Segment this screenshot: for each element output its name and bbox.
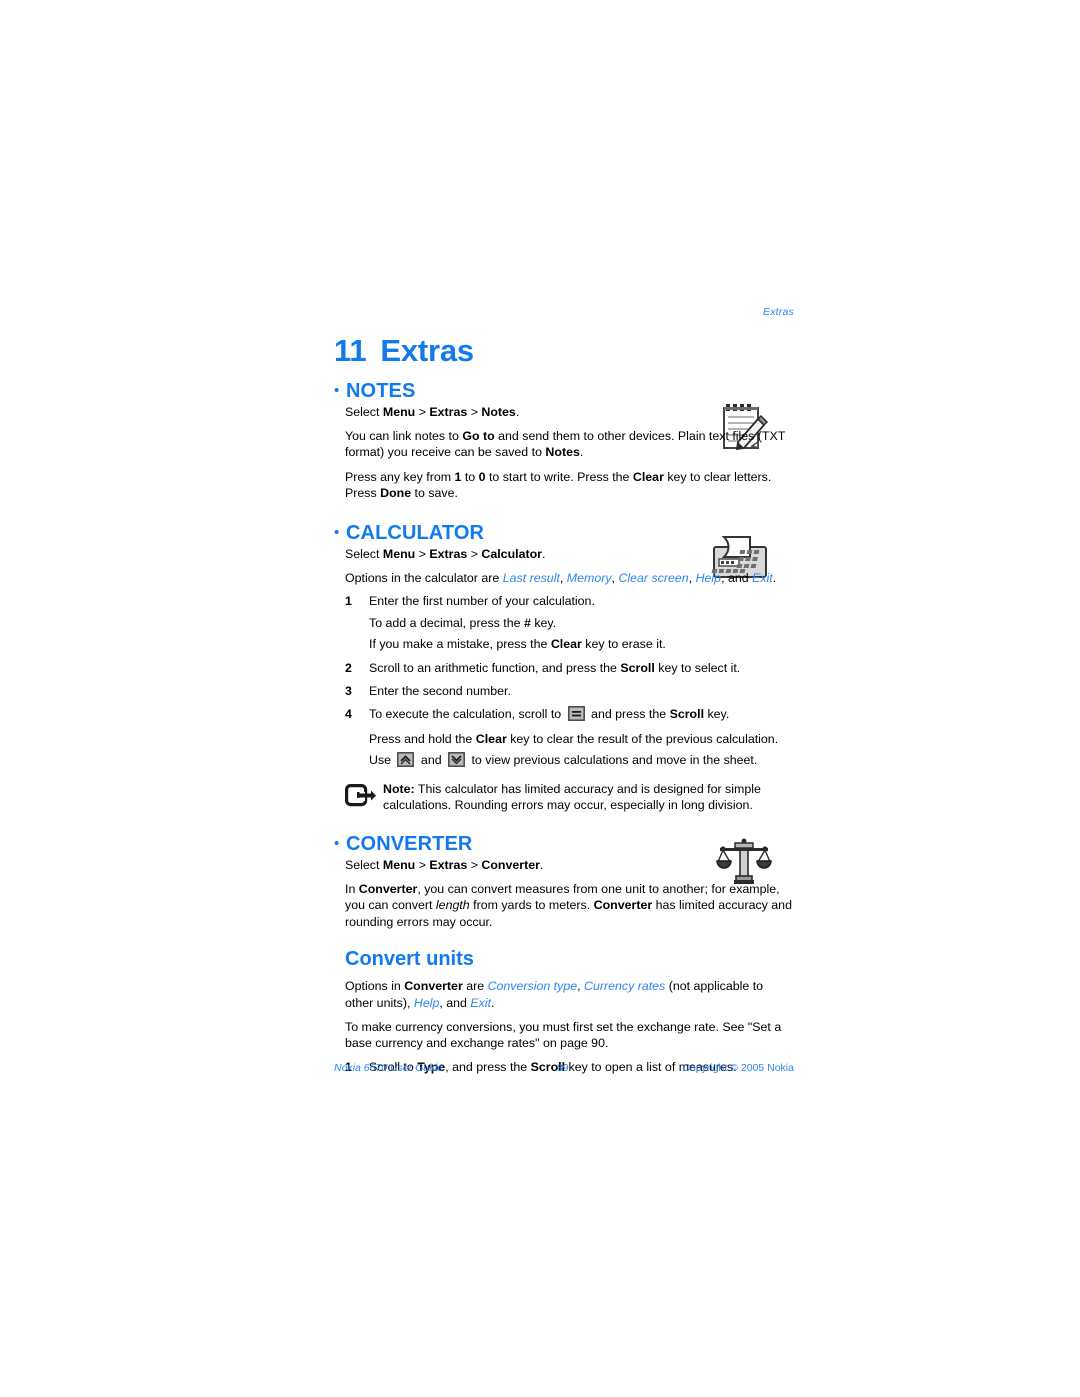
option-help: Help [413, 995, 440, 1010]
leaf-token: Notes [481, 404, 516, 419]
step-text: Enter the second number. [369, 684, 511, 699]
scroll-up-key-icon [397, 752, 415, 771]
step-number: 4 [345, 707, 352, 722]
notes-menu-path: Select Menu > Extras > Notes. [345, 404, 794, 420]
extras-token: Extras [429, 404, 468, 419]
calculator-step-4: 4 To execute the calculation, scroll to … [345, 706, 794, 725]
notes-paragraph-1: You can link notes to Go to and send the… [345, 428, 786, 460]
converter-body: Select Menu > Extras > Converter. In Con… [345, 857, 794, 1076]
heading-calculator-text: CALCULATOR [346, 521, 485, 544]
calculator-step-1-sub-2: If you make a mistake, press the Clear k… [369, 637, 666, 652]
heading-converter-text: CONVERTER [346, 832, 473, 855]
converter-menu-path: Select Menu > Extras > Converter. [345, 857, 544, 872]
step-text: Scroll to an arithmetic function, and pr… [369, 660, 741, 675]
page-number: 89 [556, 1062, 569, 1074]
path-sep: > [467, 404, 482, 419]
calculator-note-callout: Note: This calculator has limited accura… [345, 781, 794, 815]
option-exit: Exit [470, 995, 492, 1010]
calculator-step-1-sub-1: To add a decimal, press the # key. [369, 615, 557, 630]
notes-body: Select Menu > Extras > Notes. You can li… [345, 404, 794, 502]
option-exit: Exit [752, 570, 773, 585]
bullet-icon: • [334, 381, 340, 399]
section-heading-converter: • CONVERTER [334, 833, 794, 855]
converter-paragraph-1: In Converter, you can convert measures f… [345, 882, 792, 929]
option-currency-rates: Currency rates [584, 979, 666, 994]
heading-notes-text: NOTES [346, 379, 416, 402]
calculator-menu-path: Select Menu > Extras > Calculator. [345, 546, 546, 561]
step-number: 2 [345, 660, 352, 675]
calculator-options: Options in the calculator are Last resul… [345, 570, 777, 585]
section-heading-calculator: • CALCULATOR [334, 522, 794, 544]
option-conversion-type: Conversion type [487, 979, 578, 994]
subheading-convert-units: Convert units [345, 948, 474, 971]
note-label: Note: [383, 781, 415, 796]
option-clear-screen: Clear screen [618, 570, 689, 585]
bullet-icon: • [334, 834, 340, 852]
path-sep: > [415, 404, 430, 419]
running-head: Extras [763, 306, 794, 318]
chapter-number: 11 [334, 333, 367, 368]
select-label: Select [345, 404, 383, 419]
chapter-title-text: Extras [380, 333, 474, 368]
converter-options: Options in Converter are Conversion type… [345, 979, 764, 1010]
page-footer: Nokia 6670 User Guide 89 Copyright © 200… [334, 1062, 794, 1074]
step-number: 1 [345, 594, 352, 609]
note-callout-text: Note: This calculator has limited accura… [383, 781, 761, 813]
step-text: To execute the calculation, scroll to an… [369, 706, 794, 725]
equals-key-icon [567, 706, 585, 725]
page-title: 11 Extras [334, 333, 794, 368]
footer-copyright: Copyright © 2005 Nokia [682, 1062, 794, 1074]
option-help: Help [695, 570, 722, 585]
option-last-result: Last result [502, 570, 560, 585]
period: . [515, 404, 520, 419]
manual-page: Extras 11 Extras • NOTES Select Menu > Ex… [0, 0, 1080, 1397]
calculator-step-1: 1 Enter the first number of your calcula… [345, 593, 794, 609]
converter-currency-paragraph: To make currency conversions, you must f… [345, 1020, 782, 1051]
note-callout-icon [345, 781, 383, 815]
page-content: Extras 11 Extras • NOTES Select Menu > Ex… [334, 305, 794, 1075]
scroll-down-key-icon [448, 752, 465, 771]
calculator-clear-hint: Press and hold the Clear key to clear th… [369, 731, 779, 746]
calculator-step-3: 3 Enter the second number. [345, 683, 794, 699]
length-emphasis: length [435, 898, 470, 913]
footer-guide-title: Nokia 6670 User Guide [334, 1062, 444, 1074]
calculator-scroll-hint: Use and to view previous calculations an… [369, 752, 794, 771]
step-text: Enter the first number of your calculati… [369, 594, 595, 609]
menu-token: Menu [382, 404, 416, 419]
step-number: 3 [345, 684, 352, 699]
bullet-icon: • [334, 523, 340, 541]
section-heading-notes: • NOTES [334, 380, 794, 402]
calculator-step-2: 2 Scroll to an arithmetic function, and … [345, 660, 794, 676]
option-memory: Memory [566, 570, 612, 585]
notes-paragraph-2: Press any key from 1 to 0 to start to wr… [345, 469, 772, 501]
calculator-body: Select Menu > Extras > Calculator. Optio… [345, 546, 794, 815]
